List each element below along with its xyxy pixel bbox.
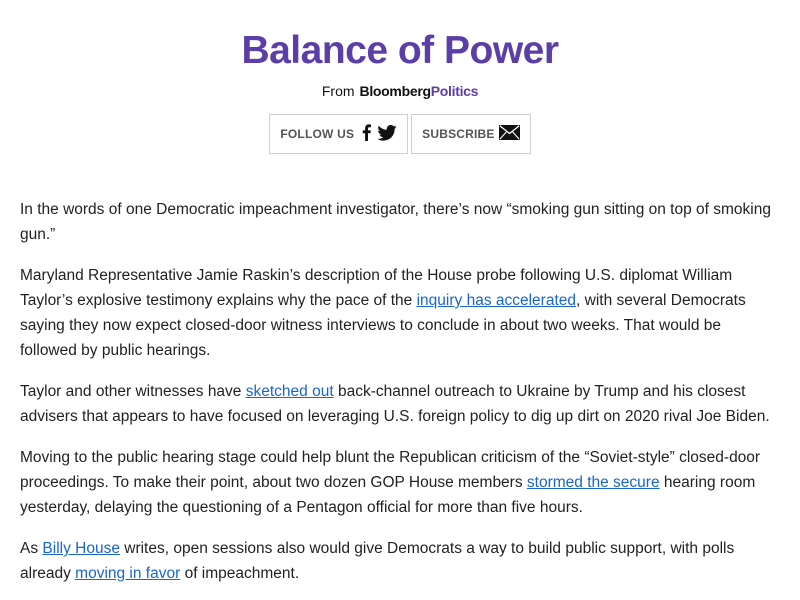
link-moving-in-favor[interactable]: moving in favor (75, 565, 180, 582)
brand-logo-politics: Politics (430, 83, 479, 99)
link-sketched-out[interactable]: sketched out (246, 383, 334, 400)
paragraph-4: Moving to the public hearing stage could… (20, 445, 780, 520)
mail-icon (498, 125, 520, 143)
from-label: From (321, 83, 355, 99)
subscribe-button[interactable]: SUBSCRIBE (411, 114, 531, 154)
paragraph-5: As Billy House writes, open sessions als… (20, 536, 780, 586)
link-inquiry-accelerated[interactable]: inquiry has accelerated (417, 292, 576, 309)
link-stormed-the-secure[interactable]: stormed the secure (527, 474, 660, 491)
paragraph-1-text: In the words of one Democratic impeachme… (20, 201, 771, 243)
newsletter-byline: From BloombergPolitics (0, 82, 800, 100)
paragraph-5-after: of impeachment. (180, 565, 300, 582)
link-billy-house[interactable]: Billy House (42, 540, 120, 557)
follow-us-button[interactable]: FOLLOW US (269, 114, 409, 154)
follow-us-label: FOLLOW US (280, 127, 355, 141)
paragraph-2: Maryland Representative Jamie Raskin’s d… (20, 263, 780, 363)
paragraph-3-before: Taylor and other witnesses have (20, 383, 246, 400)
twitter-icon[interactable] (377, 124, 397, 144)
newsletter-header: Balance of Power From BloombergPolitics F… (0, 0, 800, 154)
paragraph-1: In the words of one Democratic impeachme… (20, 197, 780, 247)
brand-logo-bloomberg: Bloomberg (359, 83, 432, 99)
social-actions: FOLLOW US SUBSCRIBE (0, 114, 800, 154)
newsletter-title: Balance of Power (241, 29, 559, 72)
paragraph-3: Taylor and other witnesses have sketched… (20, 379, 780, 429)
paragraph-5-before: As (20, 540, 43, 557)
article-body: In the words of one Democratic impeachme… (0, 197, 800, 586)
facebook-icon[interactable] (362, 124, 372, 144)
subscribe-label: SUBSCRIBE (422, 127, 495, 141)
